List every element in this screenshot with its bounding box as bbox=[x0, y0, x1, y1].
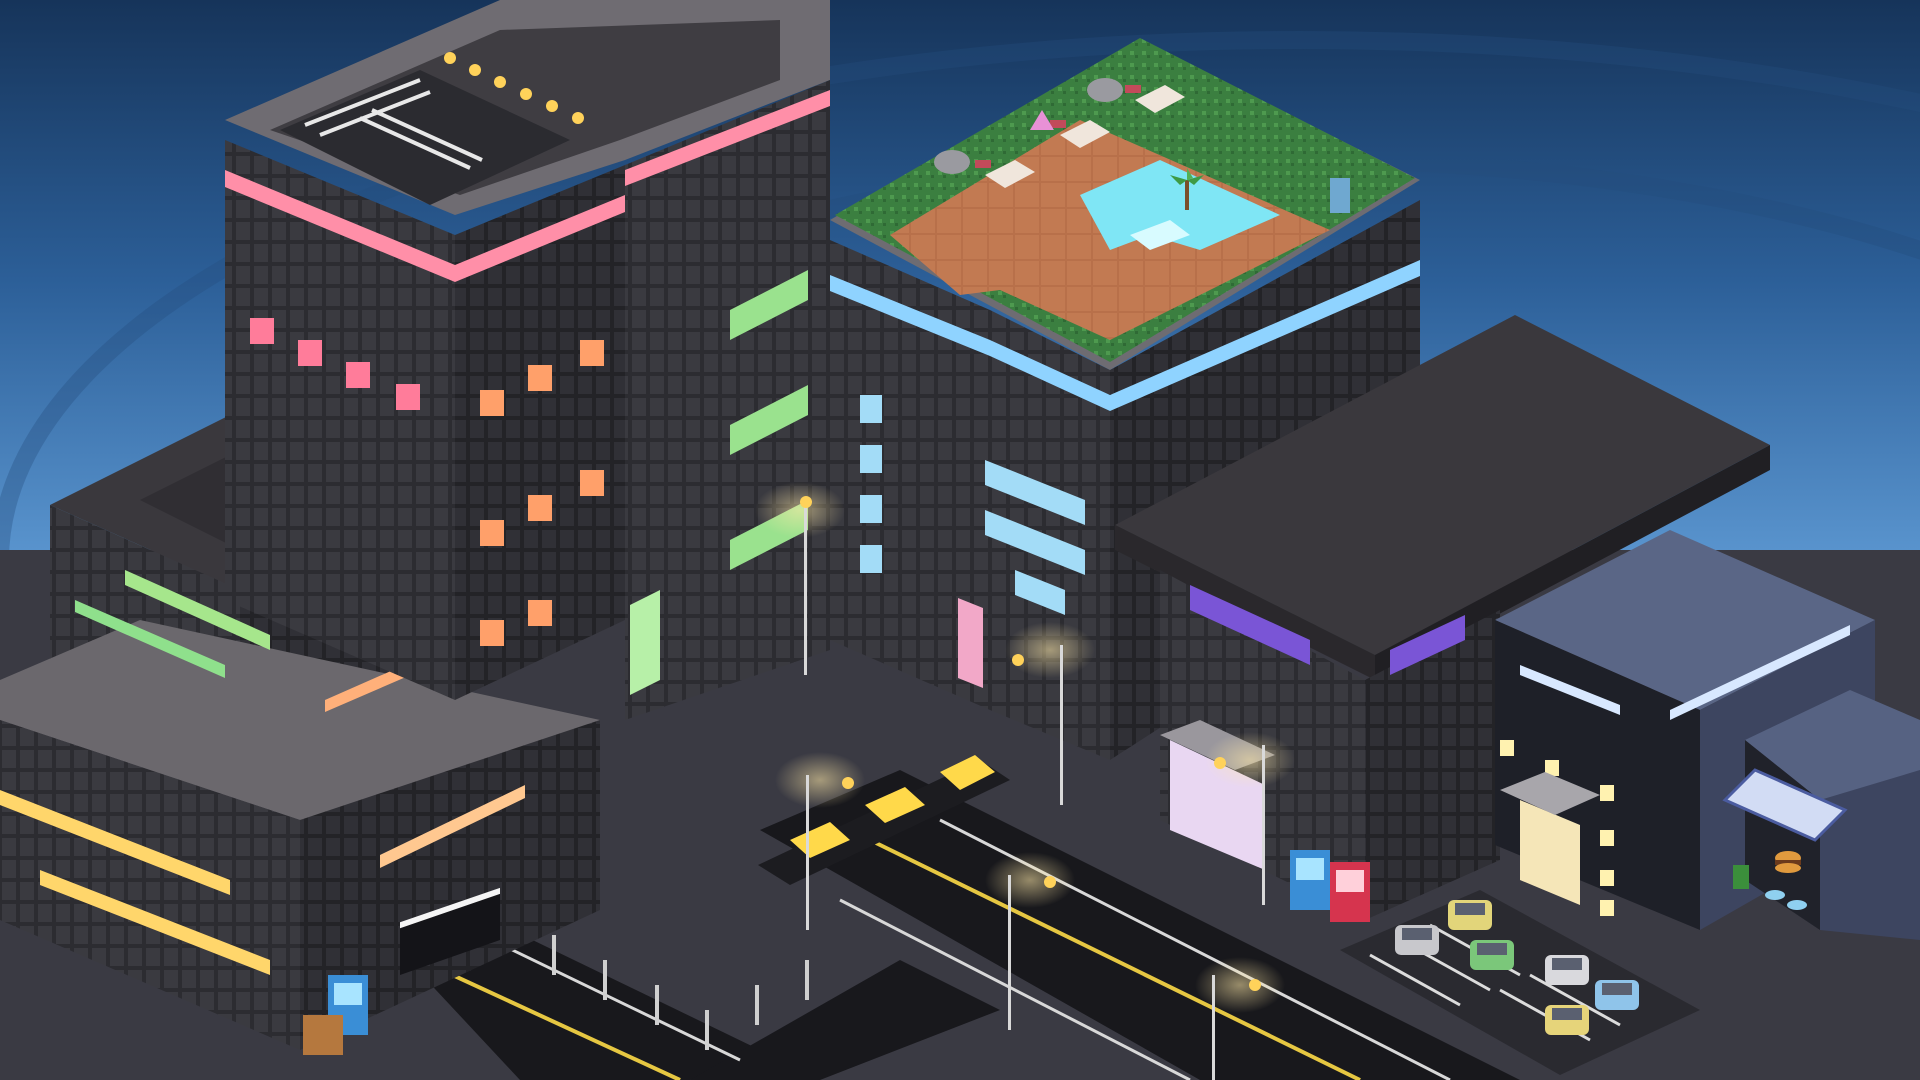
car-icon[interactable] bbox=[1595, 980, 1639, 1010]
rooftop-locker[interactable] bbox=[1330, 178, 1350, 213]
tower-entrance[interactable] bbox=[630, 590, 660, 695]
burger-sign-icon bbox=[1775, 851, 1801, 873]
car-icon[interactable] bbox=[1395, 925, 1439, 955]
vending-machine-icon[interactable] bbox=[1290, 850, 1330, 910]
car-icon[interactable] bbox=[1545, 1005, 1589, 1035]
car-icon[interactable] bbox=[1470, 940, 1514, 970]
trash-bin-icon[interactable] bbox=[1733, 865, 1749, 889]
pool-bldg-entrance[interactable] bbox=[958, 598, 983, 688]
car-icon[interactable] bbox=[1448, 900, 1492, 930]
car-icon[interactable] bbox=[1545, 955, 1589, 985]
vending-machine-icon[interactable] bbox=[1330, 862, 1370, 922]
tower-helipad[interactable] bbox=[225, 0, 830, 720]
cafe-side-wall bbox=[1820, 770, 1920, 940]
cardboard-box[interactable] bbox=[303, 1015, 343, 1055]
game-scene[interactable] bbox=[0, 0, 1920, 1080]
